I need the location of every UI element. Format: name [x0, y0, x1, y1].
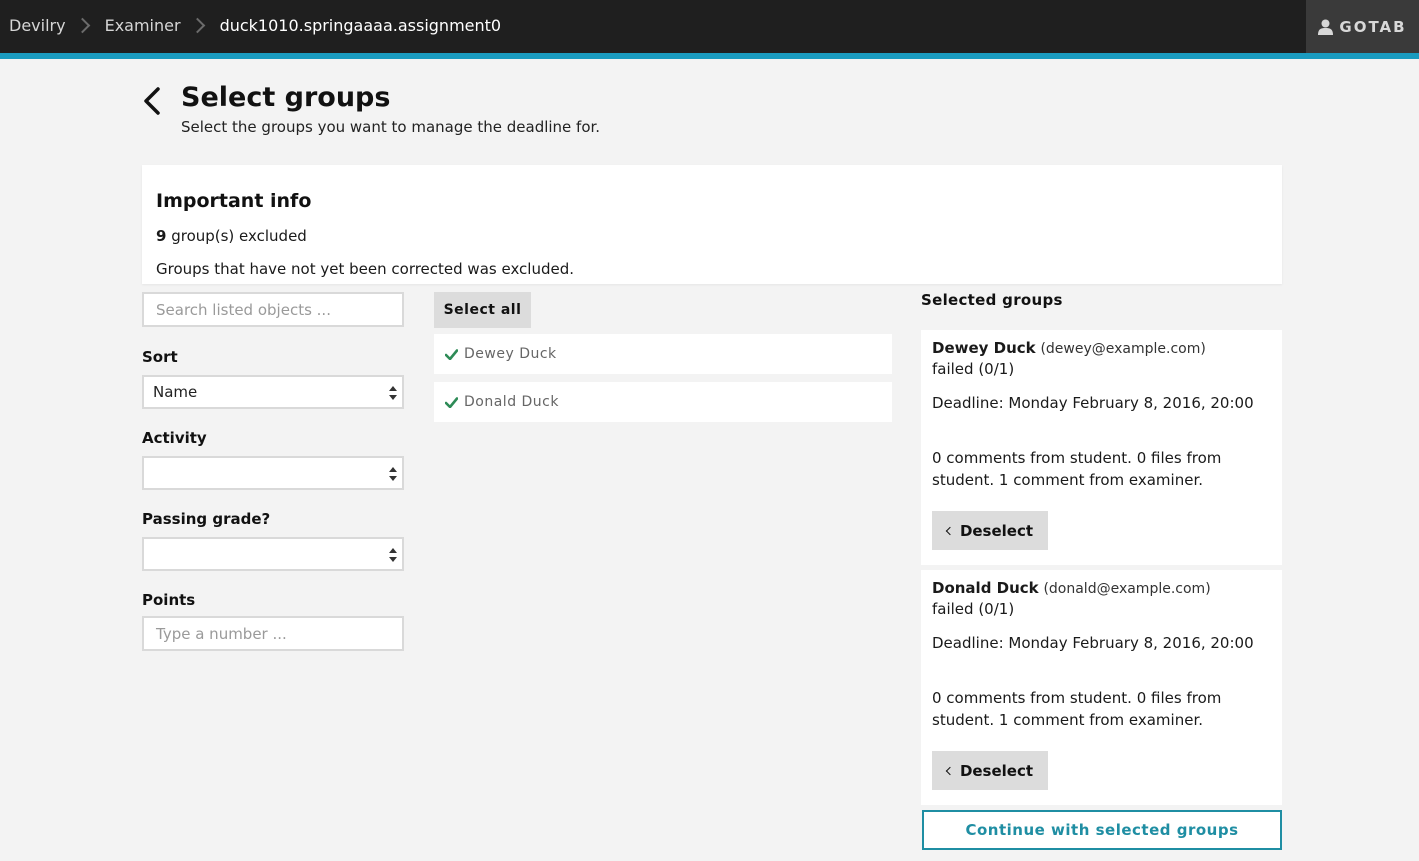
sort-select[interactable]: Name [142, 375, 404, 409]
sort-arrows-icon [389, 467, 397, 481]
group-name-line: Donald Duck (donald@example.com) [932, 579, 1211, 597]
important-info-box: Important info 9 group(s) excluded Group… [142, 165, 1282, 284]
continue-button[interactable]: Continue with selected groups [922, 810, 1282, 850]
sort-arrows-icon [389, 548, 397, 562]
group-status: failed (0/1) [932, 600, 1015, 618]
excluded-label: group(s) excluded [166, 227, 307, 245]
page-title: Select groups [181, 82, 391, 113]
chevron-left-small-icon [945, 526, 955, 535]
search-placeholder: Search listed objects ... [156, 301, 331, 319]
deselect-button[interactable]: Deselect [932, 751, 1048, 790]
excluded-count-line: 9 group(s) excluded [156, 227, 307, 245]
breadcrumb-item-devilry[interactable]: Devilry [9, 16, 66, 35]
group-comments: 0 comments from student. 0 files from st… [932, 449, 1222, 489]
breadcrumb-separator-icon [74, 17, 90, 33]
user-menu-button[interactable]: GOTAB [1306, 0, 1419, 53]
search-input[interactable]: Search listed objects ... [142, 292, 404, 327]
chevron-left-icon [144, 87, 160, 115]
user-icon [1318, 19, 1334, 35]
breadcrumb-item-examiner[interactable]: Examiner [105, 16, 181, 35]
back-button[interactable] [141, 86, 163, 116]
group-name: Dewey Duck [932, 339, 1036, 357]
points-input[interactable]: Type a number ... [142, 616, 404, 651]
user-name: GOTAB [1339, 17, 1407, 36]
excluded-count: 9 [156, 227, 167, 245]
group-status: failed (0/1) [932, 360, 1015, 378]
selected-group-card: Dewey Duck (dewey@example.com) failed (0… [921, 330, 1282, 565]
group-deadline: Deadline: Monday February 8, 2016, 20:00 [932, 394, 1254, 412]
group-name-line: Dewey Duck (dewey@example.com) [932, 339, 1206, 357]
breadcrumb-separator-icon [189, 17, 205, 33]
deselect-label: Deselect [959, 761, 1034, 780]
passing-grade-label: Passing grade? [142, 510, 271, 528]
points-label: Points [142, 591, 196, 609]
sort-label: Sort [142, 348, 178, 366]
sort-value: Name [153, 383, 198, 401]
deselect-button[interactable]: Deselect [932, 511, 1048, 550]
select-all-button[interactable]: Select all [434, 292, 531, 328]
page-subtitle: Select the groups you want to manage the… [181, 118, 601, 136]
list-item[interactable]: Dewey Duck [434, 334, 892, 374]
activity-select[interactable] [142, 456, 404, 490]
checkmark-icon [445, 348, 458, 360]
selected-group-card: Donald Duck (donald@example.com) failed … [921, 570, 1282, 805]
passing-grade-select[interactable] [142, 537, 404, 571]
list-item-name: Donald Duck [464, 394, 559, 410]
group-name: Donald Duck [932, 579, 1039, 597]
group-email: (dewey@example.com) [1040, 341, 1206, 357]
activity-label: Activity [142, 429, 207, 447]
breadcrumb-item-assignment[interactable]: duck1010.springaaaa.assignment0 [220, 16, 502, 35]
breadcrumb: Devilry Examiner duck1010.springaaaa.ass… [9, 0, 501, 50]
group-comments: 0 comments from student. 0 files from st… [932, 689, 1222, 729]
info-title: Important info [156, 190, 312, 212]
checkmark-icon [445, 396, 458, 408]
group-deadline: Deadline: Monday February 8, 2016, 20:00 [932, 634, 1254, 652]
list-item[interactable]: Donald Duck [434, 382, 892, 422]
list-item-name: Dewey Duck [464, 346, 557, 362]
top-navigation-bar: Devilry Examiner duck1010.springaaaa.ass… [0, 0, 1419, 59]
selected-groups-title: Selected groups [921, 291, 1063, 309]
excluded-note: Groups that have not yet been corrected … [156, 260, 575, 278]
points-placeholder: Type a number ... [156, 625, 287, 643]
chevron-left-small-icon [945, 766, 955, 775]
group-email: (donald@example.com) [1043, 581, 1211, 597]
deselect-label: Deselect [959, 521, 1034, 540]
sort-arrows-icon [389, 386, 397, 400]
